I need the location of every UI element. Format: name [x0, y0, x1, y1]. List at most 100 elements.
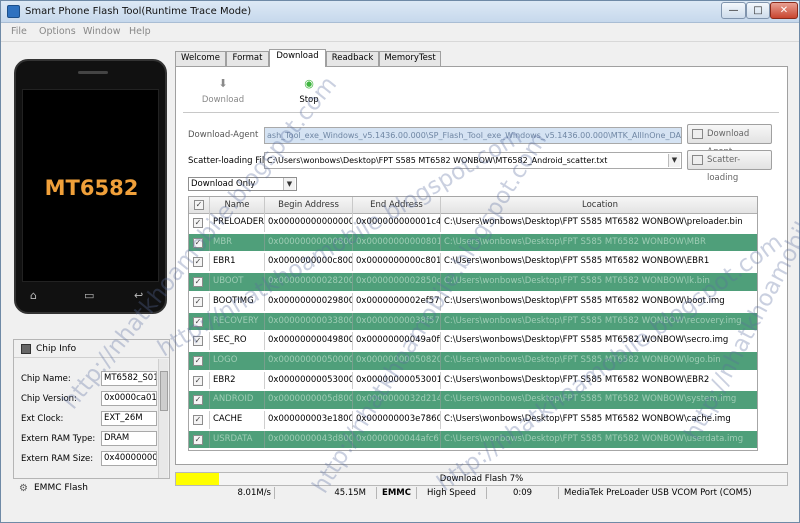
menu-window[interactable]: Window — [83, 26, 120, 37]
row-location[interactable]: C:\Users\wonbows\Desktop\FPT S585 MT6582… — [441, 431, 757, 449]
scatter-loading-button[interactable]: Scatter-loading — [687, 150, 772, 183]
table-row[interactable]: ✓ USRDATA0x0000000043d800000x0000000044af… — [189, 430, 757, 449]
row-location[interactable]: C:\Users\wonbows\Desktop\FPT S585 MT6582… — [441, 273, 757, 291]
table-row[interactable]: ✓ UBOOT0x00000000028200000x0000000002850c… — [189, 273, 757, 291]
row-check-cell[interactable]: ✓ — [189, 312, 210, 331]
table-row[interactable]: ✓ BOOTIMG0x00000000029800000x0000000002ef… — [189, 292, 757, 311]
table-row[interactable]: ✓ LOGO0x00000000050000000x000000000508204… — [189, 351, 757, 370]
row-checkbox[interactable]: ✓ — [193, 415, 203, 425]
row-location[interactable]: C:\Users\wonbows\Desktop\FPT S585 MT6582… — [441, 372, 757, 390]
close-button[interactable]: ✕ — [770, 2, 798, 19]
back-key-icon: ⌂ — [30, 289, 37, 302]
row-checkbox[interactable]: ✓ — [193, 336, 203, 347]
app-window: Smart Phone Flash Tool(Runtime Trace Mod… — [0, 0, 800, 523]
scatter-loading-button-label: Scatter-loading — [707, 155, 741, 183]
row-checkbox[interactable]: ✓ — [193, 277, 203, 288]
table-row[interactable]: ✓ EBR10x0000000000c800000x0000000000c801f… — [189, 253, 757, 272]
select-all-checkbox[interactable]: ✓ — [194, 200, 204, 210]
maximize-button[interactable]: □ — [746, 2, 770, 19]
row-name: PRELOADER — [210, 214, 265, 232]
tab-welcome[interactable]: Welcome — [175, 51, 226, 66]
chevron-down-icon[interactable]: ▼ — [668, 154, 680, 167]
download-agent-button[interactable]: Download Agent — [687, 124, 772, 157]
table-row[interactable]: ✓ MBR0x00000000000800000x00000000000801ff… — [189, 233, 757, 252]
ram-size-label: Extern RAM Size: — [21, 454, 94, 464]
toolbar: ⬇ Download ◉ Stop — [183, 73, 779, 113]
emmc-flash-bar: ⚙ EMMC Flash — [13, 480, 170, 497]
row-checkbox[interactable]: ✓ — [193, 237, 203, 248]
table-row[interactable]: ✓ RECOVERY0x00000000033800000x00000000038… — [189, 312, 757, 331]
row-check-cell[interactable]: ✓ — [189, 411, 210, 429]
row-location[interactable]: C:\Users\wonbows\Desktop\FPT S585 MT6582… — [441, 313, 757, 331]
row-location[interactable]: C:\Users\wonbows\Desktop\FPT S585 MT6582… — [441, 391, 757, 409]
row-checkbox[interactable]: ✓ — [193, 355, 203, 366]
row-begin-address: 0x0000000002820000 — [265, 273, 353, 291]
title-bar[interactable]: Smart Phone Flash Tool(Runtime Trace Mod… — [1, 1, 799, 23]
tab-download[interactable]: Download — [269, 49, 326, 67]
row-check-cell[interactable]: ✓ — [189, 253, 210, 272]
row-checkbox[interactable]: ✓ — [193, 375, 203, 386]
tab-format[interactable]: Format — [226, 51, 269, 66]
ram-size-value: 0x40000000 — [101, 451, 157, 466]
row-name: LOGO — [210, 351, 265, 370]
table-row[interactable]: ✓ ANDROID0x0000000005d800000x0000000032d2… — [189, 391, 757, 410]
chip-row: Chip Name: MT6582_S01 — [21, 371, 161, 387]
row-check-cell[interactable]: ✓ — [189, 332, 210, 350]
row-check-cell[interactable]: ✓ — [189, 214, 210, 232]
header-check[interactable]: ✓ — [189, 197, 210, 214]
phone-screen: MT6582 — [22, 89, 159, 282]
chip-icon — [21, 344, 31, 354]
row-check-cell[interactable]: ✓ — [189, 391, 210, 410]
download-arrow-icon: ⬇ — [218, 77, 228, 90]
ram-type-label: Extern RAM Type: — [21, 434, 96, 444]
row-checkbox[interactable]: ✓ — [193, 434, 203, 445]
stop-label: Stop — [299, 95, 319, 105]
tab-readback[interactable]: Readback — [326, 51, 379, 66]
row-location[interactable]: C:\Users\wonbows\Desktop\FPT S585 MT6582… — [441, 332, 757, 350]
row-location[interactable]: C:\Users\wonbows\Desktop\FPT S585 MT6582… — [441, 253, 757, 271]
download-button[interactable]: ⬇ Download — [199, 77, 247, 109]
table-row[interactable]: ✓ EBR20x00000000053000000x00000000053001f… — [189, 371, 757, 390]
row-checkbox[interactable]: ✓ — [193, 316, 203, 327]
stop-button[interactable]: ◉ Stop — [285, 77, 333, 109]
row-name: EBR1 — [210, 253, 265, 272]
folder-icon — [692, 129, 703, 139]
row-check-cell[interactable]: ✓ — [189, 351, 210, 370]
scrollbar-thumb[interactable] — [160, 371, 168, 411]
row-end-address: 0x000000000001c42b — [353, 214, 441, 232]
row-location[interactable]: C:\Users\wonbows\Desktop\FPT S585 MT6582… — [441, 293, 757, 311]
table-row[interactable]: ✓ CACHE0x000000003e1800000x000000003e7860… — [189, 411, 757, 429]
table-row[interactable]: ✓ SEC_RO0x00000000049800000x00000000049a0… — [189, 332, 757, 350]
row-checkbox[interactable]: ✓ — [193, 296, 203, 307]
row-location[interactable]: C:\Users\wonbows\Desktop\FPT S585 MT6582… — [441, 352, 757, 370]
row-checkbox[interactable]: ✓ — [193, 395, 203, 406]
row-check-cell[interactable]: ✓ — [189, 430, 210, 449]
tab-memorytest[interactable]: MemoryTest — [379, 51, 441, 66]
partition-table: ✓ Name Begin Address End Address Locatio… — [188, 196, 758, 451]
row-location[interactable]: C:\Users\wonbows\Desktop\FPT S585 MT6582… — [441, 234, 757, 252]
row-checkbox[interactable]: ✓ — [193, 257, 203, 268]
row-check-cell[interactable]: ✓ — [189, 371, 210, 390]
row-check-cell[interactable]: ✓ — [189, 233, 210, 252]
download-agent-field[interactable]: ash_Tool_exe_Windows_v5.1436.00.000\SP_F… — [264, 127, 682, 144]
row-begin-address: 0x0000000000c80000 — [265, 253, 353, 272]
row-end-address: 0x0000000000c801ff — [353, 253, 441, 272]
row-end-address: 0x00000000053001ff — [353, 371, 441, 390]
chevron-down-icon[interactable]: ▼ — [283, 178, 295, 190]
row-checkbox[interactable]: ✓ — [193, 218, 203, 228]
table-row[interactable]: ✓ PRELOADER0x00000000000000000x0000000000… — [189, 214, 757, 232]
download-mode-select[interactable]: Download Only ▼ — [188, 177, 297, 191]
chip-info-scrollbar[interactable] — [158, 359, 168, 478]
row-end-address: 0x0000000044afc677 — [353, 430, 441, 449]
scatter-field[interactable]: C:\Users\wonbows\Desktop\FPT S585 MT6582… — [264, 152, 682, 169]
row-check-cell[interactable]: ✓ — [189, 292, 210, 311]
download-mode-value: Download Only — [191, 179, 256, 189]
menu-file[interactable]: File — [11, 26, 27, 37]
minimize-button[interactable]: — — [721, 2, 746, 19]
menu-help[interactable]: Help — [129, 26, 151, 37]
row-location[interactable]: C:\Users\wonbows\Desktop\FPT S585 MT6582… — [441, 411, 757, 429]
menu-options[interactable]: Options — [39, 26, 76, 37]
header-begin: Begin Address — [265, 197, 353, 214]
row-check-cell[interactable]: ✓ — [189, 273, 210, 291]
row-location[interactable]: C:\Users\wonbows\Desktop\FPT S585 MT6582… — [441, 214, 757, 232]
